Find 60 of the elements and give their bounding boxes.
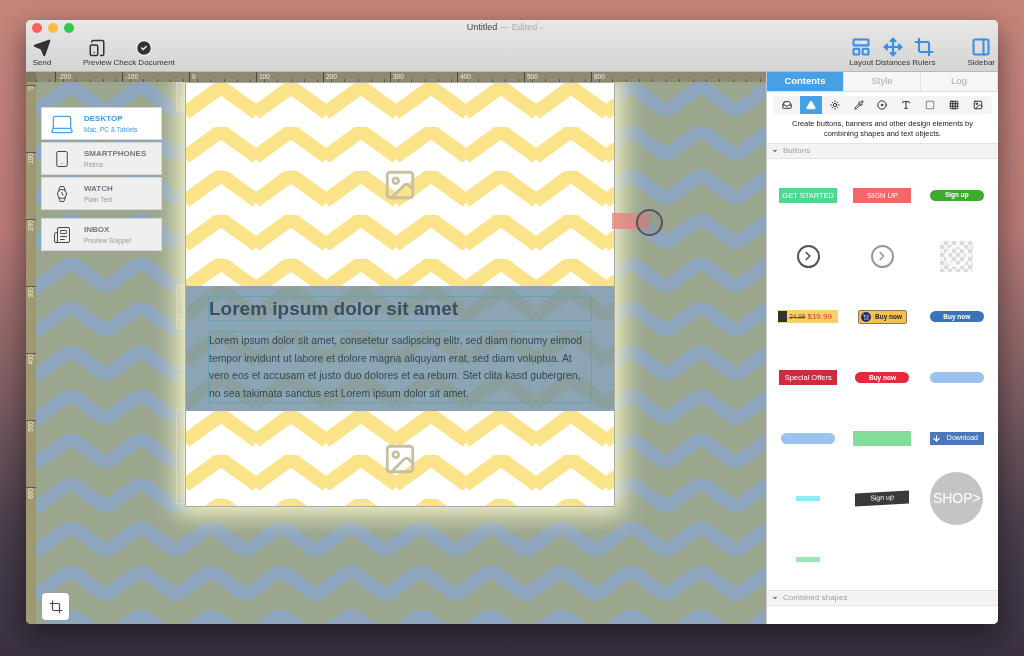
remove-icon[interactable] bbox=[177, 83, 184, 90]
toolbar-button[interactable]: Sidebar bbox=[966, 37, 996, 69]
drag-preview bbox=[612, 213, 650, 229]
price: $19.99 bbox=[807, 310, 832, 323]
frame-toggle-button[interactable] bbox=[42, 593, 69, 620]
minimize-button[interactable] bbox=[48, 23, 58, 33]
device-icon bbox=[53, 149, 71, 168]
section-header[interactable]: Buttons bbox=[767, 143, 998, 159]
text-icon bbox=[901, 100, 912, 110]
grid-icon bbox=[949, 100, 960, 110]
ruler-corner bbox=[26, 72, 36, 82]
crop-icon bbox=[48, 599, 63, 614]
cart-icon bbox=[861, 311, 871, 322]
layout-icon bbox=[851, 37, 872, 57]
paper-plane-icon bbox=[33, 39, 51, 57]
sidebar-icon bbox=[971, 37, 992, 57]
device-icon bbox=[53, 225, 71, 244]
drag-handle-icon[interactable] bbox=[177, 90, 184, 97]
remove-icon[interactable] bbox=[177, 362, 184, 369]
image-icon bbox=[972, 100, 983, 110]
remove-icon[interactable] bbox=[177, 299, 184, 307]
toolbar-button[interactable]: Layout bbox=[848, 37, 875, 69]
toolbar-button[interactable]: Distances bbox=[874, 37, 912, 69]
panel-tab[interactable]: Contents bbox=[767, 72, 844, 91]
disc-icon bbox=[877, 100, 888, 110]
panel-tab[interactable]: Log bbox=[921, 72, 998, 91]
close-button[interactable] bbox=[32, 23, 42, 33]
section-header[interactable]: Combined shapes bbox=[767, 590, 998, 606]
disclosure-triangle-icon bbox=[771, 147, 779, 155]
dashed-square-icon bbox=[925, 100, 936, 110]
toolbar-button[interactable]: Send bbox=[28, 39, 56, 69]
disclosure-triangle-icon bbox=[771, 594, 779, 602]
document-body: Lorem ipsum dolor sit amet, consetetur sadipscing elitr, sed diam nonumy eirmod tempor invidunt ut labore et dolore magna aliquyam erat, sed diam voluptua. At vero eos et accusam et justo duo dolores et ea rebum. Stet clita kasd gubergren, no sea takimata sanctus est Lorem ipsum dolor sit amet. bbox=[208, 331, 592, 403]
checkmark-icon bbox=[135, 39, 154, 57]
toolbar-button[interactable]: Check Document bbox=[112, 39, 176, 69]
drag-handle-icon[interactable] bbox=[177, 430, 184, 437]
text-block[interactable] bbox=[186, 286, 614, 411]
device-title: DESKTOP bbox=[84, 112, 124, 124]
drag-handle-icon[interactable] bbox=[177, 306, 184, 314]
triangle-icon bbox=[805, 100, 816, 110]
pipette-icon bbox=[853, 100, 864, 110]
window-title: Untitled bbox=[466, 21, 498, 35]
arrow-down-icon bbox=[931, 433, 941, 443]
panel-tab[interactable]: Style bbox=[844, 72, 921, 91]
button-preset[interactable] bbox=[796, 244, 820, 268]
toolbar-button[interactable]: Rulers bbox=[911, 37, 937, 69]
cursor-highlight bbox=[636, 209, 663, 236]
devices-icon bbox=[88, 39, 107, 57]
zoom-button[interactable] bbox=[64, 23, 74, 33]
document-heading: Lorem ipsum dolor sit amet bbox=[208, 296, 592, 321]
tray-icon bbox=[781, 100, 792, 110]
toolbar-button[interactable]: Preview bbox=[82, 39, 113, 69]
shop-logo-icon bbox=[778, 311, 788, 323]
drag-handle-icon[interactable] bbox=[177, 369, 184, 376]
chevron-down-icon bbox=[537, 24, 546, 32]
burst-icon bbox=[829, 100, 840, 110]
device-title: INBOX bbox=[84, 223, 111, 235]
device-title: WATCH bbox=[84, 182, 113, 194]
move-arrows-icon bbox=[882, 37, 903, 57]
device-title: SMARTPHONES bbox=[84, 147, 147, 159]
